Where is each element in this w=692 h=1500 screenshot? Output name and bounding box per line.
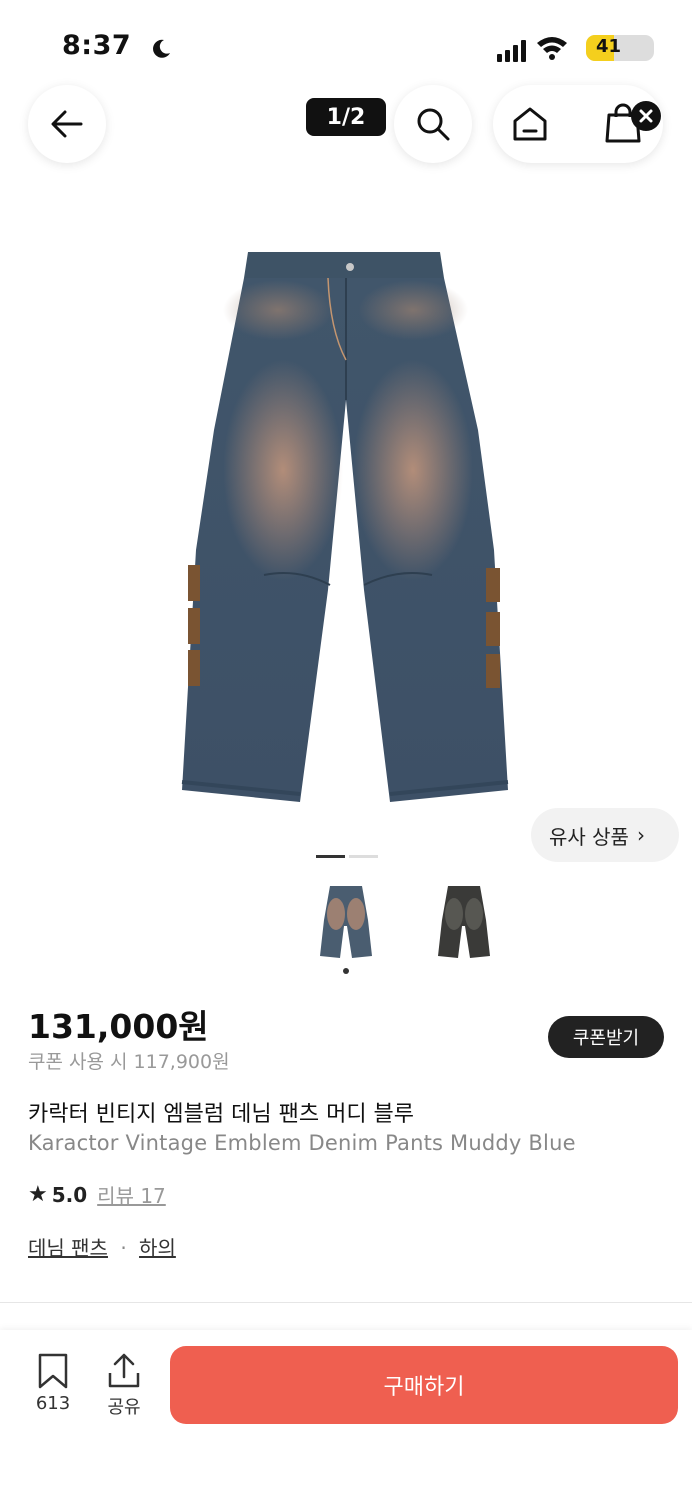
similar-products-label: 유사 상품 bbox=[549, 824, 629, 849]
thumbnail-strip bbox=[316, 880, 494, 962]
moon-icon bbox=[153, 39, 170, 58]
coupon-price: 쿠폰 사용 시 117,900원 bbox=[28, 1051, 230, 1073]
search-icon bbox=[417, 108, 450, 141]
close-icon bbox=[639, 109, 653, 123]
pagination-dot bbox=[349, 855, 378, 858]
status-time: 8:37 bbox=[62, 30, 132, 61]
wifi-icon bbox=[537, 37, 567, 60]
section-divider bbox=[0, 1302, 692, 1303]
share-button[interactable]: 공유 bbox=[94, 1353, 154, 1419]
thumbnail-selected-dot bbox=[343, 968, 349, 974]
category-link-denim-pants[interactable]: 데님 팬츠 bbox=[28, 1236, 108, 1260]
chevron-right-icon: › bbox=[636, 823, 645, 847]
category-breadcrumb: 데님 팬츠 · 하의 bbox=[28, 1232, 176, 1261]
close-badge[interactable] bbox=[631, 101, 661, 131]
home-icon[interactable] bbox=[510, 104, 550, 144]
review-link[interactable]: 리뷰 17 bbox=[97, 1180, 166, 1209]
arrow-left-icon bbox=[51, 110, 83, 138]
similar-products-button[interactable]: 유사 상품 › bbox=[531, 808, 679, 862]
category-link-bottoms[interactable]: 하의 bbox=[139, 1236, 176, 1260]
thumbnail-black-denim[interactable] bbox=[434, 880, 494, 962]
buy-button[interactable]: 구매하기 bbox=[170, 1346, 678, 1424]
bookmark-button[interactable]: 613 bbox=[23, 1353, 83, 1414]
category-separator: · bbox=[120, 1236, 127, 1260]
product-title-english: Karactor Vintage Emblem Denim Pants Mudd… bbox=[28, 1131, 576, 1155]
star-icon: ★ bbox=[28, 1182, 48, 1207]
pagination-dot-active bbox=[316, 855, 345, 858]
status-bar: 8:37 41 bbox=[0, 0, 692, 80]
bookmark-icon bbox=[38, 1353, 68, 1389]
share-label: 공유 bbox=[107, 1397, 141, 1418]
gallery-pagination bbox=[316, 855, 378, 858]
rating-score: 5.0 bbox=[51, 1182, 88, 1207]
thumbnail-blue-denim[interactable] bbox=[316, 880, 376, 962]
product-image[interactable] bbox=[178, 250, 514, 805]
back-button[interactable] bbox=[28, 85, 106, 163]
product-title-korean: 카락터 빈티지 엠블럼 데님 팬츠 머디 블루 bbox=[28, 1102, 415, 1127]
get-coupon-button[interactable]: 쿠폰받기 bbox=[548, 1016, 664, 1058]
share-icon bbox=[108, 1353, 140, 1388]
image-page-indicator: 1/2 bbox=[306, 98, 386, 136]
battery-percent: 41 bbox=[596, 36, 622, 57]
product-price: 131,000원 bbox=[28, 1007, 209, 1046]
signal-icon bbox=[497, 38, 526, 62]
bookmark-count: 613 bbox=[35, 1393, 71, 1414]
search-button[interactable] bbox=[394, 85, 472, 163]
rating-row: ★ 5.0 리뷰 17 bbox=[28, 1180, 166, 1209]
battery-indicator: 41 bbox=[586, 35, 654, 61]
nav-pill bbox=[493, 85, 663, 163]
